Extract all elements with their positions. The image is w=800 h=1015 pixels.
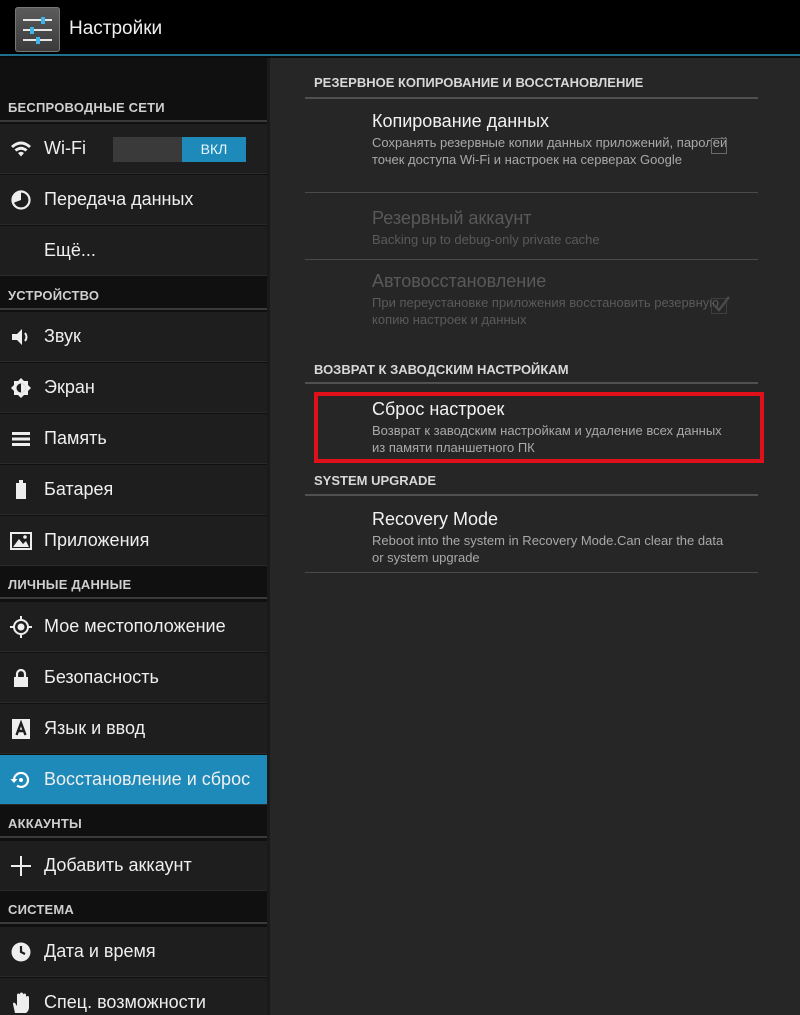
data-usage-icon [11,190,31,210]
sidebar-item-location[interactable]: Мое местоположение [0,602,267,652]
pref-summary: Reboot into the system in Recovery Mode.… [372,533,724,565]
sidebar-item-label: Язык и ввод [44,718,146,738]
sidebar-item-label: Wi-Fi [44,138,86,158]
sidebar-item-battery[interactable]: Батарея [0,465,267,515]
sidebar-item-display[interactable]: Экран [0,363,267,413]
section-header-factory-reset: ВОЗВРАТ К ЗАВОДСКИМ НАСТРОЙКАМ [314,362,569,377]
wifi-toggle-state: ВКЛ [182,137,246,162]
sidebar-item-label: Звук [44,326,81,346]
pref-summary: Сохранять резервные копии данных приложе… [372,135,728,167]
sidebar-item-label: Восстановление и сброс [44,769,251,789]
language-icon [12,719,30,739]
pref-title: Копирование данных [372,111,550,131]
wifi-toggle[interactable]: ВКЛ [113,137,246,162]
backup-restore-icon [10,771,30,789]
pref-recovery-mode[interactable]: Recovery Mode Reboot into the system in … [372,509,732,566]
brightness-icon [11,378,31,398]
settings-sliders-icon[interactable] [15,7,60,52]
storage-icon [12,432,30,446]
pref-auto-restore[interactable]: Автовосстановление При переустановке при… [372,271,732,328]
section-header-system: СИСТЕМА [8,902,75,917]
section-divider [305,494,758,496]
sidebar-item-label: Спец. возможности [44,992,206,1012]
section-divider [0,922,267,924]
sidebar-item-security[interactable]: Безопасность [0,653,267,703]
sidebar-item-label: Батарея [44,479,114,499]
pref-backup-data[interactable]: Копирование данных Сохранять резервные к… [372,111,732,168]
pref-title: Резервный аккаунт [372,208,532,228]
battery-icon [16,480,26,499]
section-divider [0,120,267,122]
sidebar-item-add-account[interactable]: Добавить аккаунт [0,841,267,891]
checkmark-icon [713,296,730,312]
sidebar-item-label: Мое местоположение [44,616,226,636]
sidebar-item-accessibility[interactable]: Спец. возможности [0,978,267,1015]
pref-title: Recovery Mode [372,509,499,529]
clock-icon [11,942,31,962]
section-header-system-upgrade: SYSTEM UPGRADE [314,473,437,488]
sidebar-item-language[interactable]: Язык и ввод [0,704,267,754]
sidebar-item-label: Передача данных [44,189,194,209]
sidebar-item-label: Приложения [44,530,150,550]
sidebar-item-label: Дата и время [44,941,156,961]
action-bar: Настройки [0,0,800,56]
section-divider [0,836,267,838]
backup-reset-details-pane[interactable]: РЕЗЕРВНОЕ КОПИРОВАНИЕ И ВОССТАНОВЛЕНИЕ К… [270,58,800,1015]
section-divider [0,597,267,599]
pref-summary: Backing up to debug-only private cache [372,232,600,247]
sidebar-item-label: Ещё... [44,240,96,260]
list-divider [305,259,758,260]
apps-icon [10,532,32,550]
section-header-personal: ЛИЧНЫЕ ДАННЫЕ [8,577,132,592]
sidebar-item-wifi[interactable]: Wi-Fi ВКЛ [0,124,267,174]
pref-summary: При переустановке приложения восстановит… [372,295,720,327]
section-header-backup: РЕЗЕРВНОЕ КОПИРОВАНИЕ И ВОССТАНОВЛЕНИЕ [314,75,644,90]
app-title: Настройки [69,18,163,39]
sidebar-item-more[interactable]: Ещё... [0,226,267,276]
sidebar-item-label: Память [44,428,107,448]
hand-icon [13,992,29,1013]
list-divider [305,572,758,573]
sidebar-item-label: Безопасность [44,667,159,687]
backup-data-checkbox[interactable] [711,138,727,154]
speaker-icon [12,329,28,345]
section-header-device: УСТРОЙСТВО [8,288,100,303]
pref-backup-account[interactable]: Резервный аккаунт Backing up to debug-on… [372,208,732,249]
section-header-accounts: АККАУНТЫ [8,816,82,831]
sidebar-item-sound[interactable]: Звук [0,312,267,362]
sidebar-item-date-time[interactable]: Дата и время [0,927,267,977]
location-icon [10,616,32,638]
section-divider [0,308,267,310]
settings-categories-pane[interactable]: БЕСПРОВОДНЫЕ СЕТИ Wi-Fi ВКЛ Передача дан… [0,58,267,1015]
highlight-box [314,392,764,463]
list-divider [305,192,758,193]
plus-icon [11,856,31,876]
sidebar-item-storage[interactable]: Память [0,414,267,464]
pref-title: Автовосстановление [372,271,547,291]
sidebar-item-label: Экран [44,377,95,397]
lock-icon [14,668,28,687]
sidebar-item-backup-reset[interactable]: Восстановление и сброс [0,755,267,805]
section-divider [305,97,758,99]
auto-restore-checkbox[interactable] [711,296,730,314]
sidebar-item-apps[interactable]: Приложения [0,516,267,566]
sidebar-item-data-usage[interactable]: Передача данных [0,175,267,225]
section-header-wireless: БЕСПРОВОДНЫЕ СЕТИ [8,100,165,115]
wifi-icon [11,141,31,157]
section-divider [305,382,758,384]
sidebar-item-label: Добавить аккаунт [44,855,192,875]
